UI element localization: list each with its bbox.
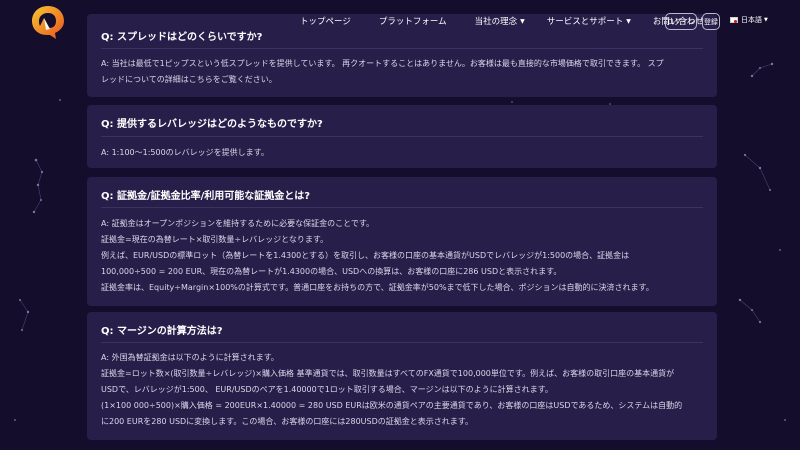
divider [101, 342, 703, 343]
answer-line: USDで、レバレッジが1:500、 EUR/USDのペアを1.40000で1ロッ… [101, 385, 553, 394]
main-nav: トップページ プラットフォーム 当社の理念 ▼ サービスとサポート ▼ お問い合… [300, 13, 704, 29]
login-button[interactable]: ログイン [665, 13, 697, 30]
answer-line: 証拠金率は、Equity÷Margin×100%の計算式です。普通口座をお持ちの… [101, 283, 654, 292]
language-selector[interactable]: 日本語 ▼ [730, 15, 768, 25]
answer-line: 例えば、EUR/USDの標準ロット（為替レートを1.4300とする）を取引し、お… [101, 251, 630, 260]
answer-line: 100,000÷500 = 200 EUR、現在の為替レートが1.4300の場合… [101, 267, 562, 276]
nav-item-label: サービスとサポート [546, 17, 624, 27]
answer-line: A: 外国為替証拠金は以下のように計算されます。 [101, 353, 279, 362]
nav-item-label: 当社の理念 [474, 17, 518, 27]
faq-answer: A: 証拠金はオープンポジションを維持するために必要な保証金のことです。 証拠金… [101, 216, 703, 296]
divider [101, 136, 703, 137]
divider [101, 207, 703, 208]
nav-item-services[interactable]: サービスとサポート ▼ [547, 15, 631, 27]
faq-question: Q: 提供するレバレッジはどのようなものですか? [101, 119, 323, 130]
divider [101, 48, 703, 49]
answer-line: A: 当社は最低で1ピップスという低スプレッドを提供しています。 再クオートする… [101, 59, 664, 68]
faq-question: Q: マージンの計算方法は? [101, 326, 223, 337]
caret-down-icon: ▼ [764, 17, 768, 23]
nav-item-label: プラットフォーム [378, 17, 447, 27]
nav-item-philosophy[interactable]: 当社の理念 ▼ [475, 15, 525, 27]
answer-line: A: 証拠金はオープンポジションを維持するために必要な保証金のことです。 [101, 219, 375, 228]
faq-card-leverage: Q: 提供するレバレッジはどのようなものですか? A: 1:100～1:500の… [87, 105, 717, 168]
answer-line: 証拠金=現在の為替レート×取引数量÷レバレッジとなります。 [101, 235, 329, 244]
login-button-label: ログイン [667, 17, 695, 26]
answer-line: (1×100 000÷500)×購入価格 = 200EUR×1.40000 = … [101, 401, 683, 410]
nav-item-top[interactable]: トップページ [300, 15, 351, 27]
caret-down-icon: ▼ [626, 17, 631, 25]
answer-line: 証拠金=ロット数×(取引数量÷レバレッジ)×購入価格 基準通貨では、取引数量はす… [101, 369, 675, 378]
answer-line: A: 1:100～1:500のレバレッジを提供します。 [101, 148, 269, 157]
brand-logo[interactable] [28, 2, 68, 40]
language-label: 日本語 [741, 16, 762, 24]
faq-answer: A: 1:100～1:500のレバレッジを提供します。 [101, 145, 703, 161]
answer-line: に200 EURを280 USDに変換します。この場合、お客様の口座には280U… [101, 417, 473, 426]
register-button-label: 登録 [704, 17, 718, 26]
site-header: トップページ プラットフォーム 当社の理念 ▼ サービスとサポート ▼ お問い合… [0, 0, 800, 42]
faq-card-margin-ratio: Q: 証拠金/証拠金比率/利用可能な証拠金とは? A: 証拠金はオープンポジショ… [87, 177, 717, 306]
faq-answer: A: 外国為替証拠金は以下のように計算されます。 証拠金=ロット数×(取引数量÷… [101, 350, 703, 430]
register-button[interactable]: 登録 [702, 13, 720, 30]
nav-item-platform[interactable]: プラットフォーム [379, 15, 447, 27]
nav-item-label: トップページ [300, 17, 351, 27]
answer-line: レッドについての詳細はこちらをご覧ください。 [101, 75, 277, 84]
faq-question: Q: 証拠金/証拠金比率/利用可能な証拠金とは? [101, 191, 311, 202]
japan-flag-icon [730, 17, 738, 23]
faq-card-margin-calculation: Q: マージンの計算方法は? A: 外国為替証拠金は以下のように計算されます。 … [87, 312, 717, 440]
caret-down-icon: ▼ [520, 17, 525, 25]
faq-answer: A: 当社は最低で1ピップスという低スプレッドを提供しています。 再クオートする… [101, 56, 703, 88]
